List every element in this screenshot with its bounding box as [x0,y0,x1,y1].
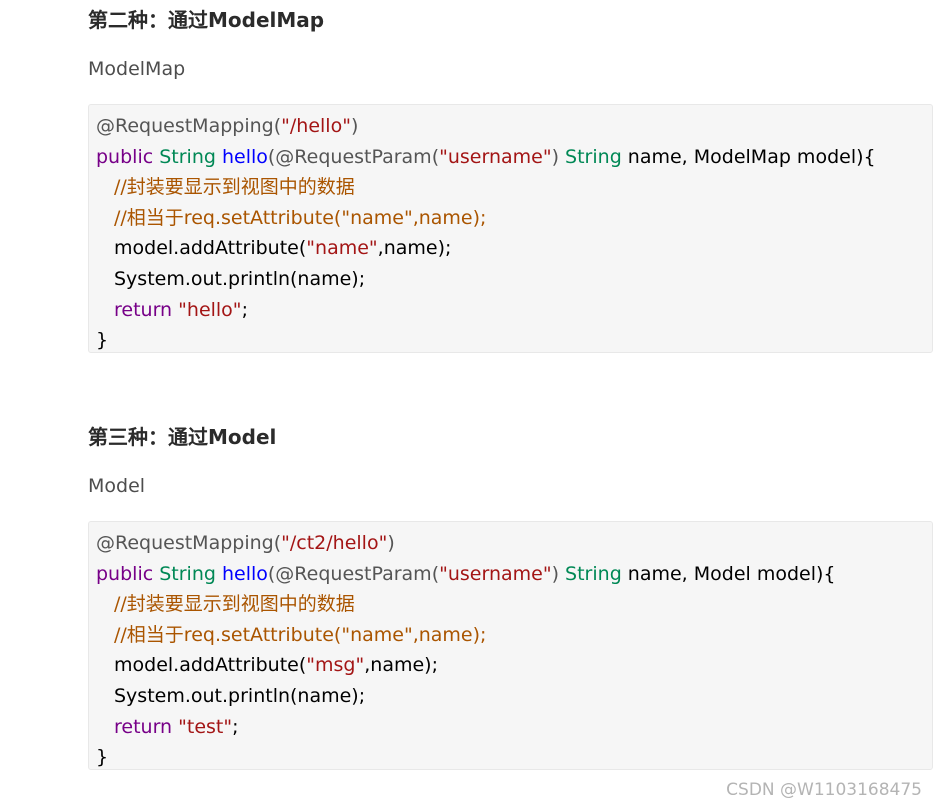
code-line-statement: System.out.println(name); [96,264,932,295]
code-text-token: System.out.println(name); [114,267,366,290]
annotation-token: @RequestMapping( [96,115,282,137]
code-line-signature: public String hello(@RequestParam("usern… [96,559,932,590]
type-token: String [159,145,216,168]
string-token: "username" [439,562,552,585]
code-block-modelmap: @RequestMapping("/hello") public String … [88,104,933,353]
code-text-token: } [96,746,109,769]
code-text-token: ; [232,715,239,738]
params-token: name, ModelMap model){ [621,145,876,168]
param-annotation-close-token: ) [551,562,566,585]
param-annotation-token: (@RequestParam( [267,145,440,168]
annotation-close-token: ) [350,115,359,137]
code-line-statement: model.addAttribute("msg",name); [96,650,932,681]
code-line-return: return "test"; [96,712,932,743]
annotation-token: @RequestMapping( [96,532,282,554]
code-line-return: return "hello"; [96,295,932,326]
string-token: "msg" [306,654,365,677]
code-text-token: } [96,329,109,352]
comment-token: //相当于req.setAttribute("name",name); [114,623,487,646]
string-token: "test" [178,715,233,738]
function-name-token: hello [221,145,268,168]
csdn-watermark: CSDN @W1103168475 [726,780,922,800]
keyword-token: return [114,715,173,738]
section-paragraph-model: Model [88,475,146,497]
code-text-token: ,name); [377,237,452,260]
section-heading-model: 第三种：通过Model [88,425,277,449]
code-text-token: model.addAttribute( [114,654,307,677]
type-token: String [159,562,216,585]
keyword-token: public [96,145,154,168]
string-token: "/hello" [281,115,351,137]
comment-token: //封装要显示到视图中的数据 [114,593,355,616]
keyword-token: public [96,562,154,585]
code-line-comment: //相当于req.setAttribute("name",name); [96,203,932,234]
code-block-model: @RequestMapping("/ct2/hello") public Str… [88,521,933,770]
code-text-token: ,name); [364,654,438,677]
comment-token: //相当于req.setAttribute("name",name); [114,206,487,229]
code-line-statement: model.addAttribute("name",name); [96,233,932,264]
code-text-token: System.out.println(name); [114,684,366,707]
comment-token: //封装要显示到视图中的数据 [114,176,355,199]
code-line-comment: //封装要显示到视图中的数据 [96,589,932,620]
section-heading-modelmap: 第二种：通过ModelMap [88,8,325,32]
function-name-token: hello [221,562,268,585]
code-line-statement: System.out.println(name); [96,681,932,712]
code-line-closing-brace: } [96,742,932,773]
code-line-signature: public String hello(@RequestParam("usern… [96,142,932,173]
code-line-annotation: @RequestMapping("/hello") [96,111,932,142]
params-token: name, Model model){ [621,562,836,585]
type-token: String [565,562,622,585]
string-token: "/ct2/hello" [281,532,388,554]
string-token: "name" [306,237,378,260]
string-token: "username" [439,145,552,168]
annotation-close-token: ) [387,532,395,554]
section-paragraph-modelmap: ModelMap [88,58,186,80]
param-annotation-close-token: ) [551,145,566,168]
keyword-token: return [114,298,173,321]
param-annotation-token: (@RequestParam( [267,562,440,585]
code-line-closing-brace: } [96,325,932,356]
string-token: "hello" [178,298,242,321]
code-line-comment: //封装要显示到视图中的数据 [96,172,932,203]
code-text-token: ; [241,298,248,321]
type-token: String [565,145,622,168]
code-line-annotation: @RequestMapping("/ct2/hello") [96,528,932,559]
code-line-comment: //相当于req.setAttribute("name",name); [96,620,932,651]
code-text-token: model.addAttribute( [114,237,307,260]
